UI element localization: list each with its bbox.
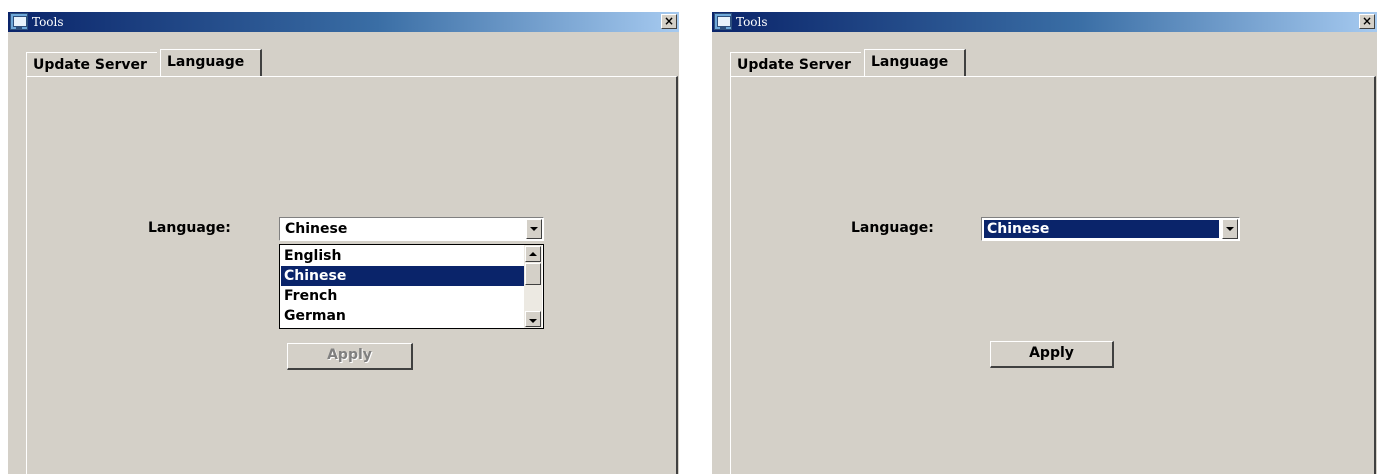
tab-update-server[interactable]: Update Server [730,52,861,77]
chevron-down-icon[interactable] [1222,219,1238,239]
tab-update-server[interactable]: Update Server [26,52,157,77]
window-title: Tools [736,15,768,29]
language-select-value: Chinese [984,220,1219,238]
tab-language[interactable]: Language [864,49,966,76]
language-select[interactable]: Chinese [981,217,1240,241]
language-dropdown-list: English Chinese French German [279,244,544,329]
dropdown-option-english[interactable]: English [281,246,524,266]
app-icon [714,13,732,30]
language-panel: Language: Chinese Apply [730,76,1376,474]
scroll-up-icon[interactable] [525,246,541,262]
tab-language[interactable]: Language [160,49,262,76]
apply-button[interactable]: Apply [990,341,1114,368]
title-bar[interactable]: Tools × [712,12,1377,32]
scroll-thumb[interactable] [525,263,541,285]
tools-window-dropdown-open: Tools × Update Server Language Language:… [7,12,679,474]
language-select-value: Chinese [285,221,348,237]
dropdown-option-german[interactable]: German [281,306,524,326]
chevron-down-icon[interactable] [526,219,542,239]
language-label: Language: [851,220,934,236]
close-icon[interactable]: × [1359,14,1375,29]
dropdown-option-french[interactable]: French [281,286,524,306]
language-panel: Language: Chinese English Chinese French… [26,76,678,474]
dropdown-option-chinese[interactable]: Chinese [281,266,524,286]
window-title: Tools [32,15,64,29]
close-icon[interactable]: × [661,14,677,29]
tools-window-dropdown-closed: Tools × Update Server Language Language:… [711,12,1377,474]
scroll-down-icon[interactable] [525,311,541,327]
title-bar[interactable]: Tools × [8,12,679,32]
language-label: Language: [148,220,231,236]
dropdown-scrollbar[interactable] [524,245,542,328]
language-select[interactable]: Chinese [279,217,544,241]
app-icon [10,13,28,30]
apply-button[interactable]: Apply [287,343,413,370]
